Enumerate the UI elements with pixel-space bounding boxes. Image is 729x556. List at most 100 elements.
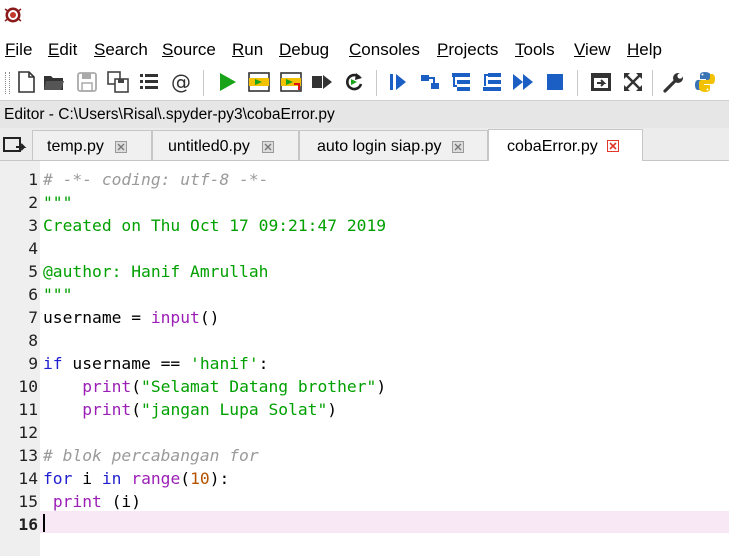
code-line[interactable]: 4 (0, 237, 729, 260)
code-text: for i in range(10): (43, 467, 229, 490)
tab-untitled0-py[interactable]: untitled0.py (152, 130, 299, 160)
menu-search[interactable]: Search (94, 40, 148, 60)
outline-icon[interactable] (137, 70, 161, 94)
continue-icon[interactable] (511, 70, 535, 94)
step-return-icon[interactable] (480, 70, 504, 94)
line-number: 13 (18, 446, 38, 465)
line-number: 8 (28, 331, 38, 350)
code-line[interactable]: 11 print("jangan Lupa Solat") (0, 398, 729, 421)
close-tab-icon[interactable] (607, 140, 619, 152)
line-number: 4 (28, 239, 38, 258)
code-token: # -*- coding: utf-8 -*- (43, 170, 269, 189)
menu-tools[interactable]: Tools (515, 40, 555, 60)
open-file-icon[interactable] (42, 70, 66, 94)
line-number: 14 (18, 469, 38, 488)
menu-view[interactable]: View (574, 40, 611, 60)
code-line[interactable]: 13 # blok percabangan for (0, 444, 729, 467)
code-line[interactable]: 1 # -*- coding: utf-8 -*- (0, 168, 729, 191)
step-icon[interactable] (418, 70, 442, 94)
editor-tab-bar: temp.py untitled0.py auto login siap.py … (0, 128, 729, 161)
preferences-wrench-icon[interactable] (662, 70, 686, 94)
tab-cobaerror-py[interactable]: cobaError.py (488, 129, 643, 161)
code-line[interactable]: 12 (0, 421, 729, 444)
code-line[interactable]: 7 username = input() (0, 306, 729, 329)
code-text: # blok percabangan for (43, 444, 259, 467)
run-cell-icon[interactable] (247, 70, 271, 94)
code-token: input (150, 308, 200, 327)
code-token: # blok percabangan for (43, 446, 259, 465)
menu-projects[interactable]: Projects (437, 40, 498, 60)
code-token: Created on Thu Oct 17 09:21:47 2019 (43, 216, 387, 235)
browse-tabs-button[interactable] (0, 130, 30, 160)
line-number: 2 (28, 193, 38, 212)
debug-icon[interactable] (386, 70, 410, 94)
toolbar-separator (652, 70, 653, 96)
code-line[interactable]: 9 if username == 'hanif': (0, 352, 729, 375)
code-line[interactable]: 10 print("Selamat Datang brother") (0, 375, 729, 398)
line-number: 12 (18, 423, 38, 442)
code-token: ) (327, 400, 338, 419)
tab-auto-login-siap-py[interactable]: auto login siap.py (299, 130, 488, 160)
code-token: "jangan Lupa Solat" (141, 400, 328, 419)
code-token: (i) (101, 492, 142, 511)
code-text: """ (43, 283, 72, 306)
run-cell-advance-icon[interactable] (279, 70, 303, 94)
code-token: 'hanif' (190, 354, 259, 373)
at-sign-icon[interactable]: @ (169, 70, 193, 94)
code-token: """ (43, 285, 73, 304)
code-line[interactable]: 16 (0, 513, 729, 536)
stop-debug-icon[interactable] (543, 70, 567, 94)
code-line[interactable]: 2 """ (0, 191, 729, 214)
code-line[interactable]: 3 Created on Thu Oct 17 09:21:47 2019 (0, 214, 729, 237)
code-line[interactable]: 6 """ (0, 283, 729, 306)
code-token: range (131, 469, 181, 488)
save-all-icon[interactable] (106, 70, 130, 94)
menu-help[interactable]: Help (627, 40, 662, 60)
menu-run[interactable]: Run (232, 40, 263, 60)
menu-file[interactable]: File (5, 40, 32, 60)
editor-pane-title: Editor - C:\Users\Risal\.spyder-py3\coba… (0, 100, 729, 129)
code-line[interactable]: 5 @author: Hanif Amrullah (0, 260, 729, 283)
code-token: ): (209, 469, 230, 488)
line-number: 16 (18, 515, 38, 534)
run-icon[interactable] (215, 70, 239, 94)
code-editor[interactable]: 1 # -*- coding: utf-8 -*- 2 """ 3 Created on … (0, 161, 729, 556)
line-number: 6 (28, 285, 38, 304)
close-tab-icon[interactable] (452, 141, 464, 153)
code-line[interactable]: 14 for i in range(10): (0, 467, 729, 490)
tab-temp-py[interactable]: temp.py (32, 130, 152, 160)
new-file-icon[interactable] (14, 70, 38, 94)
fullscreen-icon[interactable] (621, 70, 645, 94)
python-path-icon[interactable] (693, 70, 717, 94)
code-text: Created on Thu Oct 17 09:21:47 2019 (43, 214, 386, 237)
close-tab-icon[interactable] (115, 141, 127, 153)
step-into-icon[interactable] (449, 70, 473, 94)
toolbar-grip[interactable] (5, 72, 10, 94)
menu-source[interactable]: Source (162, 40, 216, 60)
menu-consoles[interactable]: Consoles (349, 40, 420, 60)
code-token: "Selamat Datang brother" (141, 377, 377, 396)
line-number: 5 (28, 262, 38, 281)
code-line[interactable]: 8 (0, 329, 729, 352)
tab-label: auto login siap.py (317, 138, 442, 155)
save-icon[interactable] (75, 70, 99, 94)
close-tab-icon[interactable] (262, 141, 274, 153)
run-selection-icon[interactable] (310, 70, 334, 94)
code-line[interactable]: 15 print (i) (0, 490, 729, 513)
menu-debug[interactable]: Debug (279, 40, 329, 60)
code-token: : (258, 354, 269, 373)
editor-path-label: Editor - C:\Users\Risal\.spyder-py3\coba… (4, 106, 335, 123)
menu-edit[interactable]: Edit (48, 40, 77, 60)
rerun-icon[interactable] (342, 70, 366, 94)
maximize-pane-icon[interactable] (589, 70, 613, 94)
code-text: print("Selamat Datang brother") (43, 375, 386, 398)
code-token: ( (131, 377, 142, 396)
code-token: @author: Hanif Amrullah (43, 262, 269, 281)
toolbar-separator (203, 70, 204, 96)
code-token: username == (62, 354, 191, 373)
tab-label: cobaError.py (507, 138, 598, 155)
line-number: 3 (28, 216, 38, 235)
